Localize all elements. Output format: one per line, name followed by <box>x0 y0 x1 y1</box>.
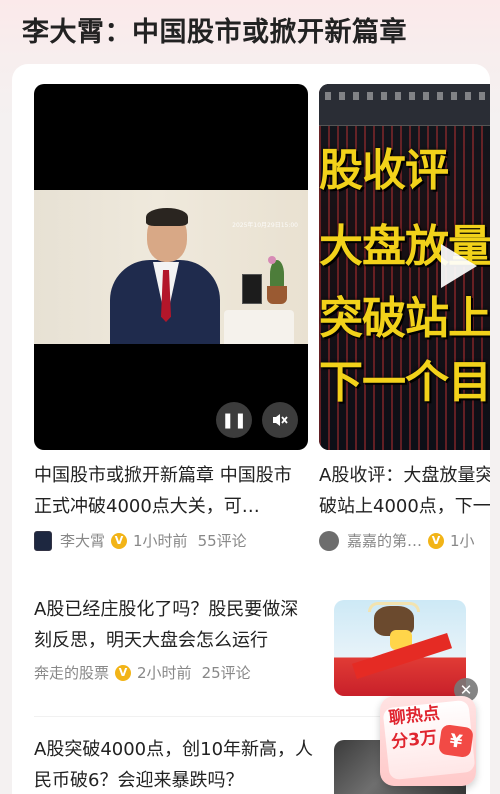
post-time: 2小时前 <box>137 664 192 682</box>
post-time: 1小时前 <box>133 532 188 550</box>
overlay-text: 突破站上 <box>319 293 490 344</box>
video-player[interactable]: 股收评 大盘放量 突破站上 下一个目 <box>319 84 490 450</box>
mute-glyph <box>273 414 288 426</box>
overlay-text: 下一个目 <box>319 357 490 408</box>
coin-icon: ¥ <box>438 723 474 759</box>
video-player[interactable]: 2025年10月29日15:00 ❚❚ <box>34 84 308 450</box>
comment-count[interactable]: 25评论 <box>202 662 251 683</box>
flower-pot <box>267 286 287 304</box>
table <box>224 310 294 344</box>
video-meta: 嘉嘉的第… V 1小 <box>319 530 490 551</box>
video-title-text: A股收评：大盘放量突破站上4000点，下一个 <box>319 465 490 517</box>
pause-icon[interactable]: ❚❚ <box>216 402 252 438</box>
article-item-1[interactable]: A股已经庄股化了吗？股民要做深刻反思，明天大盘会怎么运行 奔走的股票 V 2小时… <box>34 594 314 683</box>
post-time: 1小 <box>450 532 475 550</box>
book <box>242 274 262 304</box>
page-title: 李大霄：中国股市或掀开新篇章 <box>22 17 407 48</box>
mute-icon[interactable] <box>262 402 298 438</box>
avatar[interactable] <box>319 530 339 551</box>
article-title[interactable]: A股突破4000点，创10年新高，人民币破6？会迎来暴跌吗？ <box>34 734 314 794</box>
v-badge-icon: V <box>428 532 445 549</box>
v-badge-icon: V <box>111 532 128 549</box>
overlay-text: 股收评 <box>319 145 449 196</box>
speaker-hair <box>146 208 188 226</box>
play-icon[interactable] <box>441 244 477 288</box>
video-meta: 李大霄 V 1小时前 55评论 <box>34 530 308 551</box>
video-timestamp: 2025年10月29日15:00 <box>232 222 298 229</box>
author-name[interactable]: 嘉嘉的第… <box>347 530 422 551</box>
author-name[interactable]: 李大霄 <box>60 530 105 551</box>
article-meta: 奔走的股票 V 2小时前 25评论 <box>34 662 314 683</box>
video-title[interactable]: 中国股市或掀开新篇章 中国股市正式冲破4000点大关，可… <box>34 460 308 522</box>
video-title[interactable]: A股收评：大盘放量突破站上4000点，下一个 <box>319 460 490 522</box>
video-still: 2025年10月29日15:00 <box>34 190 308 344</box>
flower <box>268 256 276 264</box>
plant <box>270 260 284 288</box>
avatar[interactable] <box>34 530 52 551</box>
promo-text: 聊热点 分3万 <box>388 701 444 754</box>
article-thumbnail[interactable] <box>334 600 466 696</box>
article-item-2[interactable]: A股突破4000点，创10年新高，人民币破6？会迎来暴跌吗？ <box>34 734 314 794</box>
v-badge-icon: V <box>115 664 132 681</box>
promo-float-button[interactable]: 聊热点 分3万 ¥ <box>380 696 476 786</box>
trading-toolbar <box>319 84 490 126</box>
video-card-1[interactable]: 2025年10月29日15:00 ❚❚ 中国股市或掀开新篇章 中国股市正式冲破4… <box>34 84 308 551</box>
article-title[interactable]: A股已经庄股化了吗？股民要做深刻反思，明天大盘会怎么运行 <box>34 594 314 656</box>
comment-count[interactable]: 55评论 <box>198 530 247 551</box>
feed-card: 2025年10月29日15:00 ❚❚ 中国股市或掀开新篇章 中国股市正式冲破4… <box>12 64 490 794</box>
author-name[interactable]: 奔走的股票 <box>34 662 109 683</box>
video-card-2[interactable]: 股收评 大盘放量 突破站上 下一个目 A股收评：大盘放量突破站上4000点，下一… <box>319 84 490 551</box>
